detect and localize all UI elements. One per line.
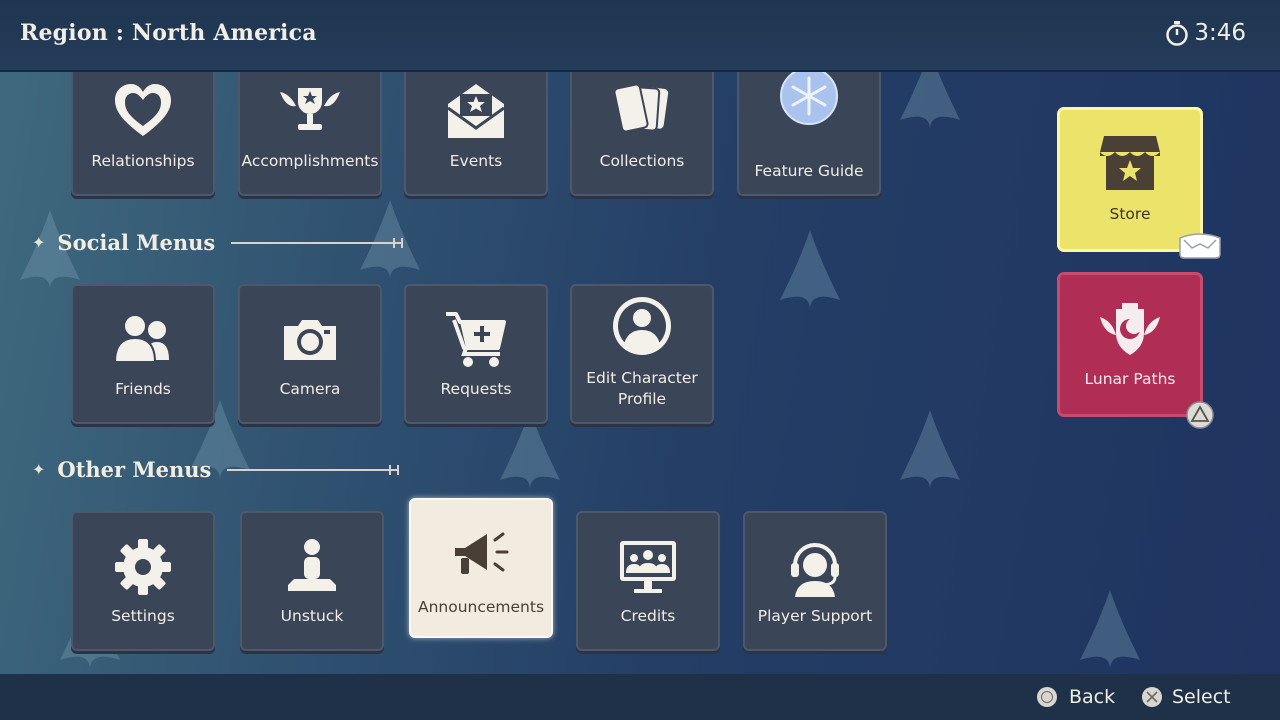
sparkle-icon: ✦ xyxy=(32,233,46,252)
section-title: Other Menus xyxy=(57,457,212,482)
tile-label: Camera xyxy=(279,380,341,398)
select-hint[interactable]: Select xyxy=(1142,686,1231,708)
cart-plus-icon xyxy=(446,312,506,367)
touchpad-button-icon xyxy=(1179,233,1221,259)
tile-relationships[interactable]: Relationships xyxy=(71,70,215,196)
tile-announcements[interactable]: Announcements xyxy=(409,498,553,638)
section-social-menus: ✦ Social Menus xyxy=(32,230,404,255)
heart-icon xyxy=(115,84,171,136)
cross-button-icon xyxy=(1142,687,1162,707)
timer: 3:46 xyxy=(1164,20,1246,46)
snowflake-orb-icon xyxy=(780,70,838,125)
tile-camera[interactable]: Camera xyxy=(238,284,382,424)
cards-icon xyxy=(613,83,669,133)
tile-label: Events xyxy=(449,152,503,170)
tile-settings[interactable]: Settings xyxy=(71,511,215,651)
tile-collections[interactable]: Collections xyxy=(570,70,714,196)
section-other-menus: ✦ Other Menus xyxy=(32,457,400,482)
camera-icon xyxy=(284,320,336,360)
tile-edit-character-profile[interactable]: Edit Character Profile xyxy=(570,284,714,424)
section-title: Social Menus xyxy=(57,230,216,255)
tile-label: Collections xyxy=(599,152,685,170)
tile-label: Accomplishments xyxy=(241,152,379,170)
tile-label: Edit Character Profile xyxy=(586,369,698,408)
back-label: Back xyxy=(1069,686,1116,708)
select-label: Select xyxy=(1172,686,1231,708)
bottom-bar: Back Select xyxy=(0,674,1280,720)
profile-icon xyxy=(613,297,671,355)
tile-label: Relationships xyxy=(91,152,195,170)
stopwatch-icon xyxy=(1166,21,1189,46)
monitor-people-icon xyxy=(620,541,676,593)
megaphone-icon xyxy=(455,532,509,574)
headset-icon xyxy=(791,543,839,597)
tile-accomplishments[interactable]: Accomplishments xyxy=(238,70,382,196)
store-button[interactable]: Store xyxy=(1057,107,1221,259)
top-bar: Region : North America 3:46 xyxy=(0,0,1280,72)
tile-label: Friends xyxy=(115,380,171,398)
tile-label: Announcements xyxy=(417,598,545,616)
tile-label: Player Support xyxy=(757,607,873,625)
circle-button-icon xyxy=(1037,687,1057,707)
tile-player-support[interactable]: Player Support xyxy=(743,511,887,651)
tile-events[interactable]: Events xyxy=(404,70,548,196)
back-hint[interactable]: Back xyxy=(1037,686,1115,708)
tile-label: Feature Guide xyxy=(754,162,864,180)
lunar-paths-button[interactable]: Lunar Paths xyxy=(1057,272,1214,429)
region-label: Region : North America xyxy=(20,20,317,46)
crescent-shield-icon xyxy=(1100,303,1160,355)
trophy-icon xyxy=(280,88,340,130)
envelope-star-icon xyxy=(447,84,505,138)
tile-label: Requests xyxy=(440,380,512,398)
section-divider xyxy=(231,237,404,248)
sparkle-icon: ✦ xyxy=(32,460,46,479)
tile-label: Unstuck xyxy=(280,607,344,625)
friends-icon xyxy=(113,314,169,363)
tile-credits[interactable]: Credits xyxy=(576,511,720,651)
gear-icon xyxy=(115,539,171,595)
tile-label: Credits xyxy=(620,607,676,625)
lunar-paths-label: Lunar Paths xyxy=(1084,370,1176,388)
person-pin-icon xyxy=(288,539,336,591)
tile-requests[interactable]: Requests xyxy=(404,284,548,424)
tile-friends[interactable]: Friends xyxy=(71,284,215,424)
triangle-button-icon xyxy=(1186,401,1214,429)
timer-text: 3:46 xyxy=(1194,20,1246,46)
section-divider xyxy=(227,464,400,475)
tile-unstuck[interactable]: Unstuck xyxy=(240,511,384,651)
shop-icon xyxy=(1100,136,1160,190)
tile-label: Settings xyxy=(111,607,175,625)
store-label: Store xyxy=(1109,205,1151,223)
tile-feature-guide[interactable]: Feature Guide xyxy=(737,70,881,196)
